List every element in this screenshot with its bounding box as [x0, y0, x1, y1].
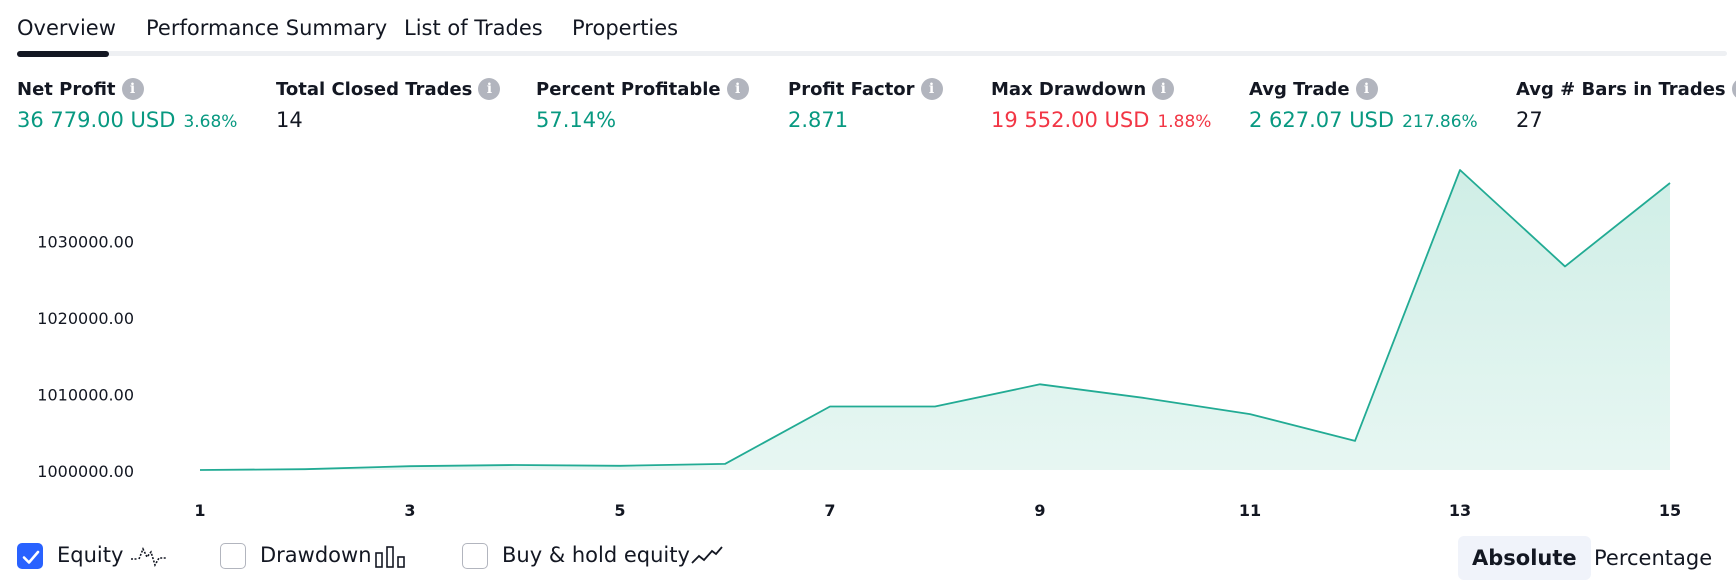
x-tick-label: 13 [1449, 501, 1471, 520]
tab-bar: Overview Performance Summary List of Tra… [17, 0, 1727, 58]
tab-list-of-trades[interactable]: List of Trades [404, 16, 543, 40]
drawdown-label: Drawdown [260, 543, 372, 567]
metric-value-text: 36 779.00 USD [17, 108, 176, 132]
x-tick-label: 5 [614, 501, 625, 520]
checkmark-icon [22, 550, 40, 564]
x-tick-label: 1 [194, 501, 205, 520]
absolute-mode-button[interactable]: Absolute [1458, 536, 1591, 580]
info-icon[interactable]: i [726, 78, 749, 100]
y-tick-label: 1000000.00 [37, 462, 134, 481]
metric-percent: 217.86% [1402, 112, 1478, 132]
y-tick-label: 1010000.00 [37, 385, 134, 404]
metric-total-closed-trades: Total Closed Trades i 14 [276, 78, 501, 132]
metric-label: Profit Factor [788, 78, 915, 100]
metric-value: 2 627.07 USD 217.86% [1249, 108, 1478, 132]
tab-overview[interactable]: Overview [17, 16, 116, 40]
y-tick-label: 1020000.00 [37, 309, 134, 328]
metric-label: Net Profit [17, 78, 116, 100]
drawdown-checkbox[interactable] [220, 543, 246, 569]
metric-percent: 1.88% [1157, 112, 1212, 132]
buy-hold-checkbox[interactable] [462, 543, 488, 569]
drawdown-bars-icon [375, 546, 405, 568]
metric-avg-bars-in-trades: Avg # Bars in Tradesi 27 [1516, 78, 1736, 132]
buy-hold-line-icon [691, 546, 723, 564]
tab-performance-summary[interactable]: Performance Summary [146, 16, 387, 40]
equity-chart[interactable]: 1000000.00 1010000.00 1020000.00 1030000.00… [0, 150, 1736, 530]
metric-label: Max Drawdown [991, 78, 1147, 100]
info-icon[interactable]: i [1731, 78, 1736, 100]
buy-hold-label: Buy & hold equity [502, 543, 690, 567]
metric-value: 2.871 [788, 108, 849, 132]
metric-value: 14 [276, 108, 303, 132]
x-tick-label: 15 [1659, 501, 1681, 520]
metric-label: Total Closed Trades [276, 78, 473, 100]
metric-label: Avg Trade [1249, 78, 1350, 100]
x-tick-label: 3 [404, 501, 415, 520]
metric-avg-trade: Avg Trade i 2 627.07 USD 217.86% [1249, 78, 1478, 132]
equity-checkbox[interactable] [17, 543, 43, 569]
equity-area [200, 170, 1670, 470]
metric-net-profit: Net Profit i 36 779.00 USD 3.68% [17, 78, 237, 132]
info-icon[interactable]: i [1152, 78, 1175, 100]
equity-label: Equity [57, 543, 124, 567]
metric-value-text: 2 627.07 USD [1249, 108, 1395, 132]
y-tick-label: 1030000.00 [37, 232, 134, 251]
info-icon[interactable]: i [1355, 78, 1378, 100]
metric-percent: 3.68% [183, 112, 238, 132]
x-tick-label: 7 [824, 501, 835, 520]
metric-value: 36 779.00 USD 3.68% [17, 108, 237, 132]
info-icon[interactable]: i [920, 78, 943, 100]
metric-value: 19 552.00 USD 1.88% [991, 108, 1211, 132]
info-icon[interactable]: i [478, 78, 501, 100]
metric-value: 27 [1516, 108, 1543, 132]
tab-bar-divider [17, 51, 1727, 56]
metric-value: 57.14% [536, 108, 617, 132]
equity-line-icon [131, 547, 167, 568]
metric-value-text: 19 552.00 USD [991, 108, 1150, 132]
info-icon[interactable]: i [121, 78, 144, 100]
x-tick-label: 11 [1239, 501, 1261, 520]
metric-percent-profitable: Percent Profitable i 57.14% [536, 78, 749, 132]
metric-max-drawdown: Max Drawdown i 19 552.00 USD 1.88% [991, 78, 1211, 132]
metric-label: Percent Profitable [536, 78, 721, 100]
active-tab-indicator [17, 51, 109, 57]
percentage-mode-button[interactable]: Percentage [1580, 536, 1726, 580]
metric-profit-factor: Profit Factor i 2.871 [788, 78, 943, 132]
x-tick-label: 9 [1034, 501, 1045, 520]
tab-properties[interactable]: Properties [572, 16, 678, 40]
metric-label: Avg # Bars in Trades [1516, 78, 1726, 100]
